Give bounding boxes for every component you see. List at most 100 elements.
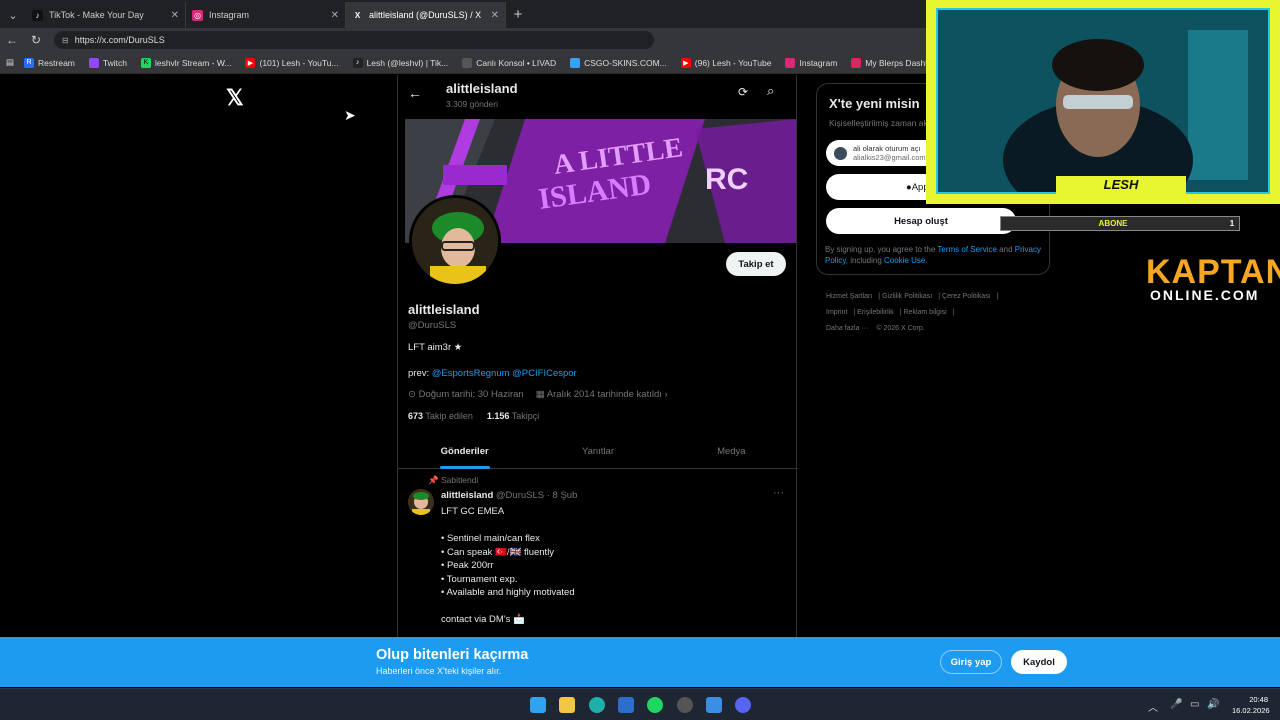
terms-and: and [996,245,1015,254]
login-button[interactable]: Giriş yap [940,650,1002,674]
new-tab-button[interactable]: + [506,2,530,28]
sponsor-logo: KAPTAN ONLINE.COM [1146,253,1280,302]
mail-icon[interactable] [618,697,634,713]
footer-link[interactable]: Hizmet Şartları [826,293,872,300]
post-count: 3.309 gönderi [446,99,498,109]
followers-label: Takipçi [511,411,540,421]
volume-icon[interactable]: 🔊 [1207,699,1219,710]
tab-x-profile[interactable]: X alittleisland (@DuruSLS) / X ✕ [346,2,506,28]
close-tab-icon[interactable]: ✕ [171,10,179,21]
followers-link[interactable]: 1.156 Takipçi [487,411,539,421]
bookmark-instagram[interactable]: Instagram [785,57,837,68]
following-label: Takip edilen [425,411,473,421]
tweet-avatar-graphic [408,489,434,515]
footer-link[interactable]: Erişilebilirlik [857,309,894,316]
sponsor-brand-top: KAPTAN [1146,253,1280,291]
cookie-use-link[interactable]: Cookie Use [884,256,925,265]
bookmark-kick[interactable]: Kleshvlr Stream - W... [140,57,231,68]
terms-of-service-link[interactable]: Terms of Service [937,245,997,254]
windows-taskbar: ︿ 🎤 ▭ 🔊 20:48 16.02.2026 [0,688,1280,720]
footer-link[interactable]: Gizlilik Politikası [882,293,932,300]
url-text: https://x.com/DuruSLS [74,35,165,45]
bookmark-tiktok[interactable]: ♪ Lesh (@leshvl) | Tik... [352,57,449,68]
tab-title: Instagram [209,10,250,20]
spotify-icon[interactable] [647,697,663,713]
bookmarks-menu-icon[interactable]: ▤ [6,57,14,68]
birthday-text: Doğum tarihi: 30 Haziran [418,389,524,400]
obs-icon[interactable] [677,697,693,713]
windows-start-icon[interactable] [530,697,546,713]
bookmark-label: Lesh (@leshvl) | Tik... [366,57,449,68]
tab-posts[interactable]: Gönderiler [398,437,531,469]
back-arrow-icon[interactable]: ← [408,85,422,101]
signup-button[interactable]: Kaydol [1011,650,1067,674]
tweet-text: LFT GC EMEA • Sentinel main/can flex • C… [441,506,575,625]
refresh-icon[interactable]: ⟳ [738,85,748,99]
subscriber-label: ABONE [1098,219,1128,228]
bookmark-label: CSGO-SKINS.COM... [584,57,667,68]
pin-icon: 📌 [428,475,441,485]
tweet-author[interactable]: alittleisland [441,490,493,501]
bookmark-label: (101) Lesh - YouTu... [259,57,339,68]
google-email: alialkis23@gmail.com [853,153,926,162]
bookmark-label: (96) Lesh - YouTube [694,57,772,68]
tab-tiktok[interactable]: ♪ TikTok - Make Your Day ✕ [26,2,186,28]
following-link[interactable]: 673 Takip edilen [408,411,473,421]
joined-date[interactable]: ▦ Aralık 2014 tarihinde katıldı › [536,389,668,400]
bookmark-youtube-1[interactable]: ▶ (101) Lesh - YouTu... [245,57,339,68]
tweet-avatar[interactable] [408,489,434,515]
tab-media[interactable]: Medya [665,437,798,468]
footer-more-link[interactable]: Daha fazla ··· [826,325,868,332]
bookmark-youtube-2[interactable]: ▶ (96) Lesh - YouTube [680,57,772,68]
prev-label: prev: [408,368,432,379]
pinned-label: Sabitlendi [440,475,479,485]
tab-instagram[interactable]: ◎ Instagram ✕ [186,2,346,28]
search-icon[interactable]: ⌕ [767,83,774,99]
prev-team-links[interactable]: @EsportsRegnum @PCIFICespor [432,368,577,379]
url-field[interactable]: ⊟ https://x.com/DuruSLS [54,31,654,49]
tab-search-chevron-icon[interactable]: ⌄ [0,2,26,28]
balloon-icon: ⊙ [408,389,419,400]
calendar-icon: ▦ [535,389,547,400]
tweet-header: alittleisland @DuruSLS · 8 Şub [441,490,577,501]
footer-link[interactable]: Çerez Politikası [942,293,991,300]
terms-text: By signing up, you agree to the Terms of… [825,244,1045,266]
youtube-icon: ▶ [245,57,256,68]
tab-replies[interactable]: Yanıtlar [531,437,664,468]
tab-title: TikTok - Make Your Day [49,10,144,20]
x-logo-icon[interactable]: 𝕏 [226,85,244,111]
bookmark-twitch[interactable]: Twitch [88,57,127,68]
network-icon[interactable]: ▭ [1190,699,1199,710]
close-tab-icon[interactable]: ✕ [491,10,499,21]
footer-link[interactable]: Reklam bilgisi [904,309,947,316]
more-options-icon[interactable]: ··· [773,487,784,499]
edge-browser-icon[interactable] [589,697,605,713]
bookmark-restream[interactable]: R Restream [24,57,75,68]
follow-button[interactable]: Takip et [726,252,786,276]
profile-tabs: Gönderiler Yanıtlar Medya [398,437,798,469]
banner-title: Olup bitenleri kaçırma [376,647,529,663]
reload-icon[interactable]: ↻ [24,33,48,47]
birthday: ⊙ Doğum tarihi: 30 Haziran [408,389,524,400]
clock-time: 20:48 [1249,695,1268,704]
bookmark-csgo-skins[interactable]: CSGO-SKINS.COM... [570,57,667,68]
bookmark-livad[interactable]: Canlı Konsol • LIVAD [462,57,556,68]
create-account-button[interactable]: Hesap oluşt [826,208,1016,234]
profile-avatar[interactable] [409,195,501,287]
photos-icon[interactable] [706,697,722,713]
back-icon[interactable]: ← [0,33,24,47]
file-explorer-icon[interactable] [559,697,575,713]
close-tab-icon[interactable]: ✕ [331,10,339,21]
svg-text:RC: RC [705,163,748,196]
footer-link[interactable]: Imprint [826,309,847,316]
microphone-icon[interactable]: 🎤 [1170,699,1182,710]
bookmark-label: Restream [38,57,75,68]
profile-handle: @DuruSLS [408,320,457,331]
clock[interactable]: 20:48 16.02.2026 [1232,694,1270,716]
discord-icon[interactable] [735,697,751,713]
terms-pre: By signing up, you agree to the [825,245,938,254]
site-info-icon[interactable]: ⊟ [62,36,69,45]
kick-icon: K [140,57,151,68]
tray-chevron-icon[interactable]: ︿ [1148,699,1158,714]
tab-title: alittleisland (@DuruSLS) / X [369,10,482,20]
